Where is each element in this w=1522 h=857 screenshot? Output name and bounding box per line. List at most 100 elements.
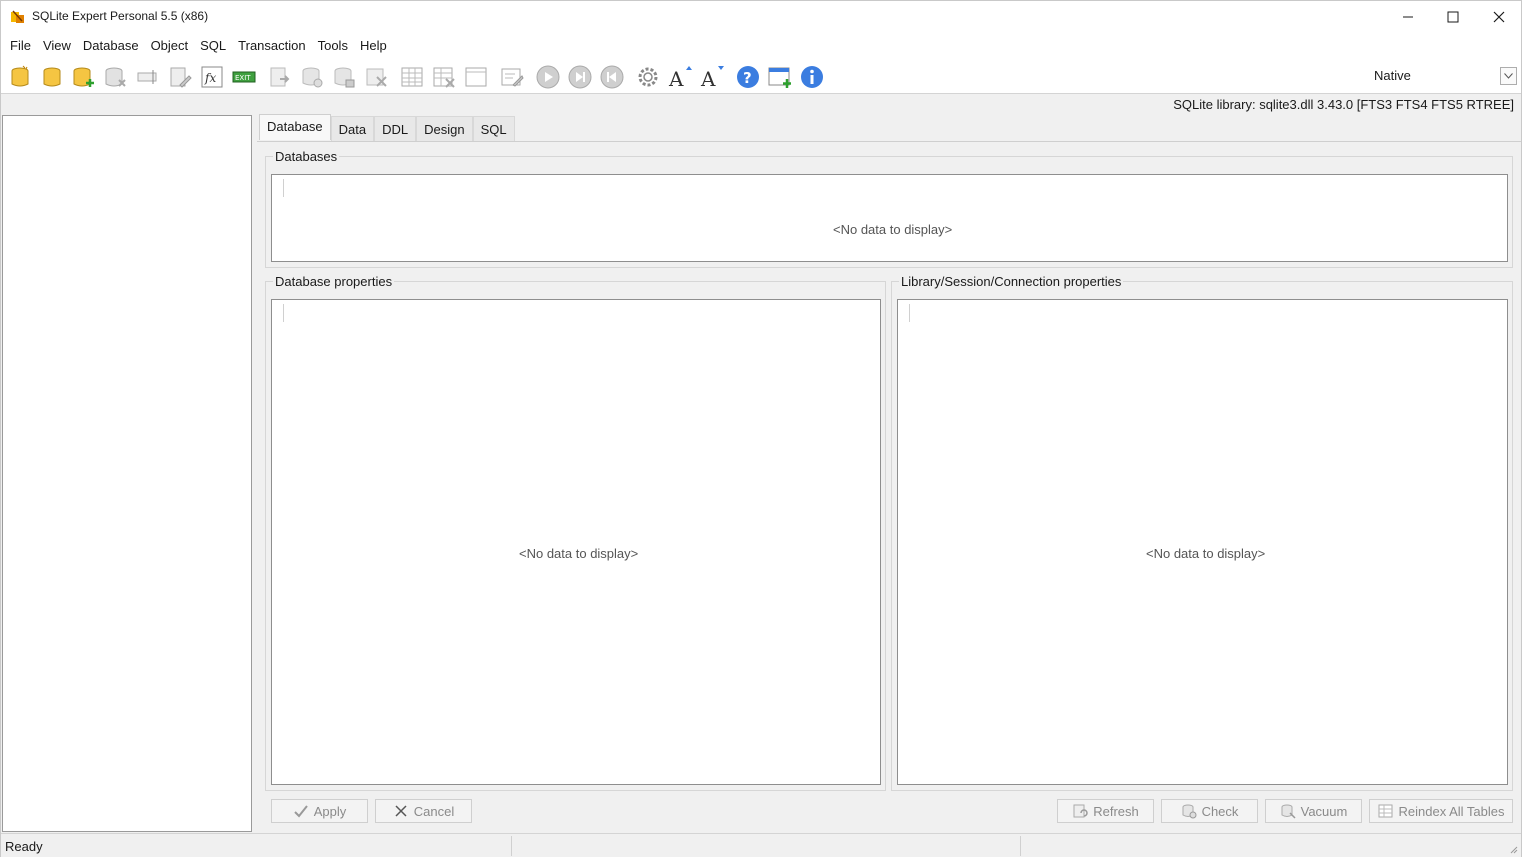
- secure-button[interactable]: [331, 64, 357, 90]
- attach-database-icon: [73, 67, 94, 87]
- library-properties-group: Library/Session/Connection properties <N…: [891, 274, 1513, 791]
- menu-view[interactable]: View: [37, 32, 77, 59]
- app-window: SQLite Expert Personal 5.5 (x86) File Vi…: [0, 0, 1522, 857]
- step-forward-button[interactable]: [567, 64, 593, 90]
- menu-file[interactable]: File: [4, 32, 37, 59]
- tab-strip: Database Data DDL Design SQL: [259, 114, 515, 141]
- title-bar: SQLite Expert Personal 5.5 (x86): [1, 1, 1521, 32]
- reindex-all-tables-button[interactable]: Reindex All Tables: [1369, 799, 1513, 823]
- rename-button[interactable]: [135, 64, 161, 90]
- info-button[interactable]: [799, 64, 825, 90]
- database-properties-group: Database properties <No data to display>: [265, 274, 886, 791]
- window-title: SQLite Expert Personal 5.5 (x86): [32, 9, 209, 23]
- close-icon: [1493, 11, 1505, 22]
- database-properties-empty-text: <No data to display>: [519, 546, 639, 561]
- backup-icon: [302, 67, 323, 88]
- resize-grip-icon[interactable]: [1508, 844, 1518, 854]
- detach-database-icon: [105, 67, 126, 87]
- play-icon: [536, 65, 560, 89]
- svg-text:A: A: [700, 67, 716, 89]
- settings-button[interactable]: [635, 64, 661, 90]
- minimize-button[interactable]: [1385, 1, 1431, 32]
- info-icon: [801, 66, 823, 88]
- databases-grid[interactable]: <No data to display>: [271, 174, 1508, 262]
- menu-database[interactable]: Database: [77, 32, 145, 59]
- drop-table-button[interactable]: [431, 64, 457, 90]
- vacuum-button[interactable]: Vacuum: [1265, 799, 1362, 823]
- tab-sql[interactable]: SQL: [472, 116, 515, 141]
- refresh-icon: [1073, 804, 1088, 818]
- font-increase-icon: A: [668, 66, 692, 89]
- menu-help[interactable]: Help: [354, 32, 393, 59]
- font-decrease-button[interactable]: A: [699, 64, 725, 90]
- check-button-label: Check: [1201, 803, 1239, 819]
- library-properties-title: Library/Session/Connection properties: [899, 274, 1124, 289]
- toolbar: fx EXIT A A ? Native: [1, 59, 1521, 94]
- edit-view-button[interactable]: [499, 64, 525, 90]
- add-window-icon: [768, 67, 791, 88]
- import-button[interactable]: [267, 64, 293, 90]
- function-button[interactable]: fx: [199, 64, 225, 90]
- reindex-icon: [1378, 804, 1392, 818]
- play-button[interactable]: [535, 64, 561, 90]
- svg-text:EXIT: EXIT: [235, 74, 251, 82]
- step-forward-icon: [568, 65, 592, 89]
- new-view-button[interactable]: [463, 64, 489, 90]
- maximize-icon: [1447, 11, 1459, 22]
- tab-data[interactable]: Data: [330, 116, 375, 141]
- connection-mode-select[interactable]: Native: [1344, 64, 1519, 88]
- secure-icon: [334, 67, 355, 88]
- maximize-button[interactable]: [1430, 1, 1476, 32]
- library-properties-grid[interactable]: <No data to display>: [897, 299, 1508, 785]
- menu-object[interactable]: Object: [145, 32, 195, 59]
- open-database-icon: [43, 67, 61, 87]
- edit-view-icon: [501, 68, 524, 87]
- detach-database-button[interactable]: [103, 64, 129, 90]
- attach-database-button[interactable]: [71, 64, 97, 90]
- status-text: Ready: [5, 839, 43, 854]
- font-decrease-icon: A: [700, 66, 724, 89]
- add-window-button[interactable]: [767, 64, 793, 90]
- sql-script-icon: [366, 68, 387, 87]
- check-db-icon: [1182, 804, 1197, 819]
- database-properties-grid[interactable]: <No data to display>: [271, 299, 881, 785]
- font-increase-button[interactable]: A: [667, 64, 693, 90]
- refresh-button[interactable]: Refresh: [1057, 799, 1154, 823]
- menu-tools[interactable]: Tools: [312, 32, 354, 59]
- minimize-icon: [1403, 16, 1413, 17]
- chevron-down-icon[interactable]: [1500, 67, 1517, 85]
- grid-gutter: [283, 304, 284, 322]
- edit-button[interactable]: [167, 64, 193, 90]
- check-button[interactable]: Check: [1161, 799, 1258, 823]
- new-table-button[interactable]: [399, 64, 425, 90]
- sql-script-button[interactable]: [363, 64, 389, 90]
- tab-design[interactable]: Design: [416, 116, 473, 141]
- help-button[interactable]: ?: [735, 64, 761, 90]
- help-icon: ?: [737, 66, 759, 88]
- database-properties-title: Database properties: [273, 274, 395, 289]
- backup-button[interactable]: [299, 64, 325, 90]
- databases-empty-text: <No data to display>: [833, 222, 953, 237]
- close-button[interactable]: [1476, 1, 1522, 32]
- grid-gutter: [283, 179, 284, 197]
- function-icon: fx: [201, 66, 223, 88]
- import-icon: [270, 67, 290, 87]
- close-icon: [395, 805, 407, 817]
- cancel-button[interactable]: Cancel: [375, 799, 472, 823]
- database-tree-pane[interactable]: [2, 115, 252, 832]
- step-back-icon: [600, 65, 624, 89]
- step-back-button[interactable]: [599, 64, 625, 90]
- menu-transaction[interactable]: Transaction: [232, 32, 311, 59]
- open-database-button[interactable]: [39, 64, 65, 90]
- vacuum-icon: [1281, 804, 1296, 819]
- menu-sql[interactable]: SQL: [194, 32, 232, 59]
- status-bar: Ready: [1, 833, 1521, 857]
- apply-button[interactable]: Apply: [271, 799, 368, 823]
- exit-button[interactable]: EXIT: [231, 64, 257, 90]
- drop-table-icon: [433, 67, 455, 88]
- new-database-button[interactable]: [7, 64, 33, 90]
- tab-ddl[interactable]: DDL: [374, 116, 417, 141]
- tab-database[interactable]: Database: [259, 114, 331, 140]
- databases-group: Databases <No data to display>: [265, 149, 1513, 268]
- svg-text:?: ?: [743, 69, 752, 87]
